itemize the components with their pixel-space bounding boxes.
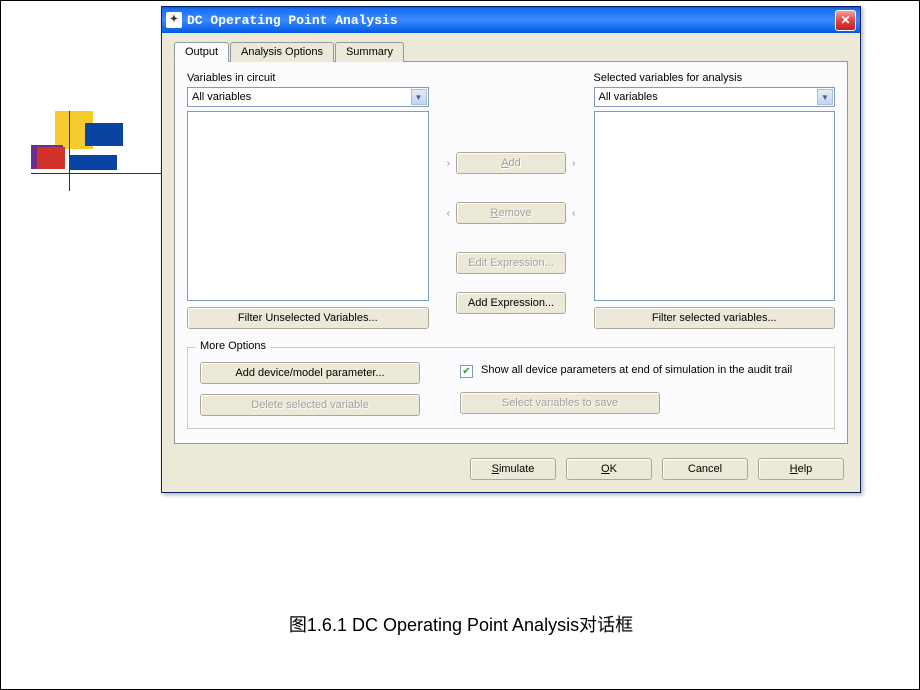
add-button[interactable]: Add xyxy=(456,152,566,174)
dialog-window: ✦ DC Operating Point Analysis ✕ Output A… xyxy=(161,6,861,493)
arrow-right-icon: › xyxy=(572,158,575,169)
variables-in-circuit-dropdown[interactable]: All variables ▼ xyxy=(187,87,429,107)
tab-analysis-options[interactable]: Analysis Options xyxy=(230,42,334,62)
window-title: DC Operating Point Analysis xyxy=(187,13,835,28)
chevron-down-icon: ▼ xyxy=(411,89,427,105)
arrow-right-icon: › xyxy=(447,158,450,169)
unselected-variables-list[interactable] xyxy=(187,111,429,301)
filter-unselected-button[interactable]: Filter Unselected Variables... xyxy=(187,307,429,329)
more-options-legend: More Options xyxy=(196,340,270,352)
select-variables-to-save-button[interactable]: Select variables to save xyxy=(460,392,660,414)
dropdown-value: All variables xyxy=(192,91,251,103)
add-device-parameter-button[interactable]: Add device/model parameter... xyxy=(200,362,420,384)
dropdown-value: All variables xyxy=(599,91,658,103)
tab-summary[interactable]: Summary xyxy=(335,42,404,62)
arrow-left-icon: ‹ xyxy=(447,208,450,219)
titlebar[interactable]: ✦ DC Operating Point Analysis ✕ xyxy=(162,7,860,33)
more-options-group: More Options Add device/model parameter.… xyxy=(187,347,835,429)
figure-caption: 图1.6.1 DC Operating Point Analysis对话框 xyxy=(1,611,920,637)
selected-variables-list[interactable] xyxy=(594,111,836,301)
selected-variables-label: Selected variables for analysis xyxy=(594,72,836,84)
tab-content-output: Variables in circuit All variables ▼ Fil… xyxy=(174,62,848,444)
edit-expression-button[interactable]: Edit Expression... xyxy=(456,252,566,274)
simulate-button[interactable]: Simulate xyxy=(470,458,556,480)
dialog-button-bar: Simulate OK Cancel Help xyxy=(174,458,848,480)
ok-button[interactable]: OK xyxy=(566,458,652,480)
add-expression-button[interactable]: Add Expression... xyxy=(456,292,566,314)
filter-selected-button[interactable]: Filter selected variables... xyxy=(594,307,836,329)
arrow-left-icon: ‹ xyxy=(572,208,575,219)
app-icon: ✦ xyxy=(166,12,182,28)
app-logo xyxy=(31,111,126,191)
close-icon: ✕ xyxy=(840,13,850,28)
help-button[interactable]: Help xyxy=(758,458,844,480)
delete-selected-variable-button[interactable]: Delete selected variable xyxy=(200,394,420,416)
tab-strip: Output Analysis Options Summary xyxy=(174,41,848,62)
show-all-parameters-label: Show all device parameters at end of sim… xyxy=(481,364,792,376)
close-button[interactable]: ✕ xyxy=(835,10,856,31)
tab-output[interactable]: Output xyxy=(174,42,229,62)
show-all-parameters-checkbox[interactable]: ✔ xyxy=(460,365,473,378)
variables-in-circuit-label: Variables in circuit xyxy=(187,72,429,84)
chevron-down-icon: ▼ xyxy=(817,89,833,105)
remove-button[interactable]: Remove xyxy=(456,202,566,224)
selected-variables-dropdown[interactable]: All variables ▼ xyxy=(594,87,836,107)
cancel-button[interactable]: Cancel xyxy=(662,458,748,480)
